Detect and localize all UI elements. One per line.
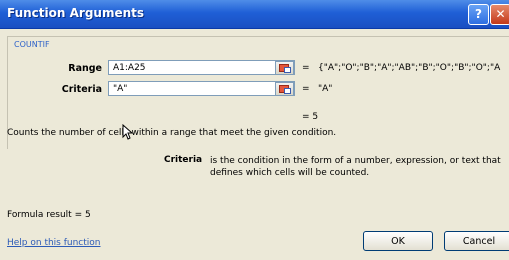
ok-button[interactable]: OK [363, 231, 433, 251]
close-icon[interactable]: ✕ [490, 4, 509, 25]
criteria-input[interactable]: "A" [108, 81, 295, 96]
cancel-button[interactable]: Cancel [444, 231, 509, 251]
collapse-dialog-icon[interactable] [275, 61, 294, 75]
range-equals: = [302, 63, 310, 73]
argument-help-text: is the condition in the form of a number… [210, 156, 501, 178]
criteria-label: Criteria [61, 84, 102, 95]
function-name-label: COUNTIF [12, 40, 52, 49]
function-result-preview: = 5 [302, 112, 319, 122]
criteria-evaluated-value: "A" [318, 84, 333, 94]
mouse-cursor-icon [122, 124, 134, 140]
function-description: Counts the number of cells within a rang… [7, 128, 337, 138]
collapse-dialog-icon[interactable] [275, 82, 294, 96]
help-icon[interactable]: ? [468, 4, 489, 25]
window-title: Function Arguments [7, 6, 145, 20]
formula-result: Formula result = 5 [7, 210, 91, 220]
range-input[interactable]: A1:A25 [108, 60, 295, 75]
title-bar: Function Arguments ? ✕ [0, 0, 509, 29]
range-label: Range [68, 63, 102, 74]
help-on-function-link[interactable]: Help on this function [7, 238, 101, 248]
range-evaluated-value: {"A";"O";"B";"A";"AB";"B";"O";"B";"O";"A [318, 63, 501, 73]
argument-help-label: Criteria [164, 155, 203, 165]
criteria-equals: = [302, 84, 310, 94]
